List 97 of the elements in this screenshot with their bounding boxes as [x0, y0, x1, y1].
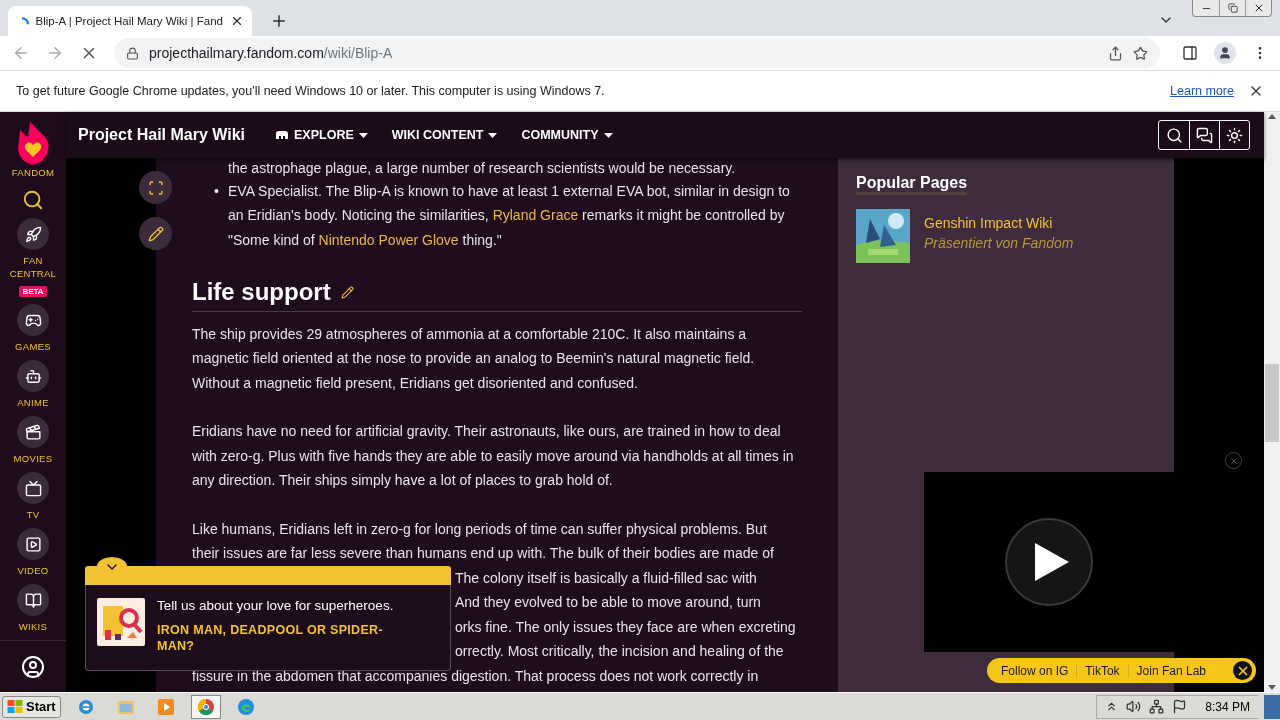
profile-button[interactable] [1214, 42, 1236, 64]
caret-icon [488, 132, 498, 138]
global-nav-item[interactable]: GAMES [8, 304, 58, 353]
caret-icon [358, 132, 368, 138]
update-message: To get future Google Chrome updates, you'll need Windows 10 or later. This computer is using Windows 7. [16, 84, 606, 98]
article-link[interactable]: Nintendo Power Glove [318, 231, 459, 248]
user-profile-button[interactable] [21, 654, 45, 679]
paragraph-line: their issues are far less severe than humans end up with. The bulk of their bodies are made of [192, 544, 774, 563]
url-text: projecthailmary.fandom.com/wiki/Blip-A [149, 45, 394, 61]
side-panel-button[interactable] [1182, 45, 1198, 61]
article-paragraph: Eridians have no need for artificial gravity. Their astronauts, like ours, are trained in how to deal with zero-g. Plus with five hands they are able to easily move around via handholds at all times in any direction. Their ships simply have a lot of places to grab hold of. [192, 422, 795, 490]
social-link[interactable]: TikTok [1076, 663, 1128, 678]
play-icon [24, 535, 42, 553]
flag-icon[interactable] [1172, 699, 1188, 714]
global-nav-item[interactable]: TV [8, 472, 58, 521]
learn-more-link[interactable]: Learn more [1170, 84, 1234, 98]
paragraph-line: orks fine. The only issues they face are when excreting [455, 617, 796, 637]
paragraph-line: And they evolved to be able to move around, turn [455, 593, 761, 612]
speech-bubbles-icon [1196, 126, 1213, 144]
beta-badge: BETA [19, 286, 47, 297]
close-icon [230, 14, 244, 28]
fandom-label: FANDOM [11, 166, 55, 179]
share-button[interactable] [1108, 45, 1123, 61]
taskbar-app-button[interactable] [190, 694, 221, 719]
speaker-icon[interactable] [1126, 699, 1142, 714]
global-nav-item[interactable]: VIDEO [8, 528, 58, 577]
wiki-title[interactable]: Project Hail Mary Wiki [78, 126, 246, 144]
popular-pages-title: Popular Pages [856, 174, 968, 195]
survey-question: Tell us about your love for superheroes. [157, 598, 395, 613]
plus-icon [270, 12, 288, 30]
social-link[interactable]: Follow on IG [999, 663, 1077, 678]
bullet-text: EVA Specialist. The Blip-A is known to have at least 1 external EVA bot, similar in design to an Eridian's body. Noticing the similarities, Ryland Grace remarks it might be controlled by "Some kind of Nintendo Power Glove thing." [228, 181, 791, 250]
search-button[interactable] [22, 189, 44, 211]
clapperboard-icon [24, 423, 42, 441]
network-icon[interactable] [1149, 699, 1165, 714]
chrome-icon [196, 697, 215, 716]
search-icon [1165, 126, 1183, 144]
paragraph-line: orrectly. Most critically, the incision and healing of the [455, 642, 784, 661]
close-tab-button[interactable] [230, 14, 244, 28]
rocket-icon [24, 225, 42, 243]
frame-corners-icon [147, 179, 164, 196]
section-heading: Life support [192, 280, 331, 305]
show-desktop-button[interactable] [1264, 694, 1280, 719]
paragraph-line: fissure in the abdomen that accompanies digestion. That process does not work correctly in [192, 666, 759, 686]
tv-icon [24, 479, 42, 497]
paragraph-line: The colony itself is basically a fluid-filled sac with [455, 568, 757, 588]
star-icon [1133, 45, 1148, 61]
social-link[interactable]: Join Fan Lab [1127, 663, 1214, 678]
popular-page-link[interactable]: Genshin Impact Wiki [924, 215, 1074, 231]
book-icon [24, 591, 42, 609]
sun-icon [1226, 126, 1243, 144]
paragraph-line: Like humans, Eridians left in zero-g for long periods of time can suffer physical problems. But [192, 519, 767, 539]
address-bar[interactable]: projecthailmary.fandom.com/wiki/Blip-A [114, 38, 1160, 68]
article-link[interactable]: Ryland Grace [492, 207, 579, 223]
edge-icon [236, 697, 255, 716]
explore-icon [275, 130, 290, 140]
start-button[interactable]: Start [2, 695, 61, 718]
play-icon [1035, 543, 1069, 581]
restore-icon [1227, 3, 1238, 13]
bullet-text: the astrophage plague, a large number of research scientists would be necessary. [228, 159, 737, 178]
nav-menu[interactable]: EXPLORE [275, 128, 368, 142]
close-icon [1228, 455, 1239, 466]
article-paragraph: The ship provides 29 atmospheres of ammonia at a comfortable 210C. It also maintains a magnetic field oriented at the nose to provide an analog to Beemin's natural magnetic field. Without a magnetic field present, Eridians get disoriented and confused. [192, 324, 756, 393]
bullet-marker: • [214, 182, 219, 199]
windows-logo-icon [7, 700, 23, 713]
clock[interactable]: 8:34 PM [1205, 699, 1250, 714]
global-nav-item[interactable]: ANIME [8, 360, 58, 409]
folder-icon [116, 698, 135, 715]
side-panel-icon [1182, 45, 1198, 61]
tab-title: Blip-A | Project Hail Mary Wiki | Fand [35, 15, 223, 27]
global-nav-item[interactable]: MOVIES [8, 416, 58, 465]
search-icon [22, 189, 44, 211]
media-player-icon [156, 697, 175, 716]
person-icon [1218, 46, 1232, 60]
survey-answer-link[interactable]: IRON MAN, DEADPOOL OR SPIDER-MAN? [157, 622, 407, 654]
nav-menu[interactable]: WIKI CONTENT [391, 128, 498, 142]
browser-tab[interactable]: Blip-A | Project Hail Mary Wiki | Fand [8, 6, 252, 36]
user-circle-icon [21, 654, 45, 679]
browser-e-icon [76, 697, 95, 716]
scroll-up-arrow-icon[interactable] [1268, 114, 1276, 119]
lock-icon [126, 46, 139, 60]
close-bar-button[interactable] [1233, 661, 1252, 680]
fandom-logo[interactable] [16, 120, 50, 166]
share-icon [1108, 45, 1123, 61]
new-tab-button[interactable] [270, 12, 288, 30]
popular-page-subtitle: Präsentiert von Fandom [924, 235, 1074, 251]
scroll-down-arrow-icon[interactable] [1268, 685, 1276, 690]
arrow-right-icon [46, 44, 64, 62]
pencil-icon [147, 225, 164, 242]
robot-face-icon [24, 367, 42, 385]
caret-icon [603, 132, 613, 138]
pencil-icon[interactable] [340, 285, 354, 299]
global-nav-item[interactable]: FAN CENTRAL BETA [8, 218, 58, 297]
scrollbar-thumb[interactable] [1265, 364, 1279, 442]
bookmark-star-button[interactable] [1133, 45, 1148, 61]
global-nav-item[interactable]: WIKIS [8, 584, 58, 633]
nav-menu[interactable]: COMMUNITY [521, 128, 613, 142]
